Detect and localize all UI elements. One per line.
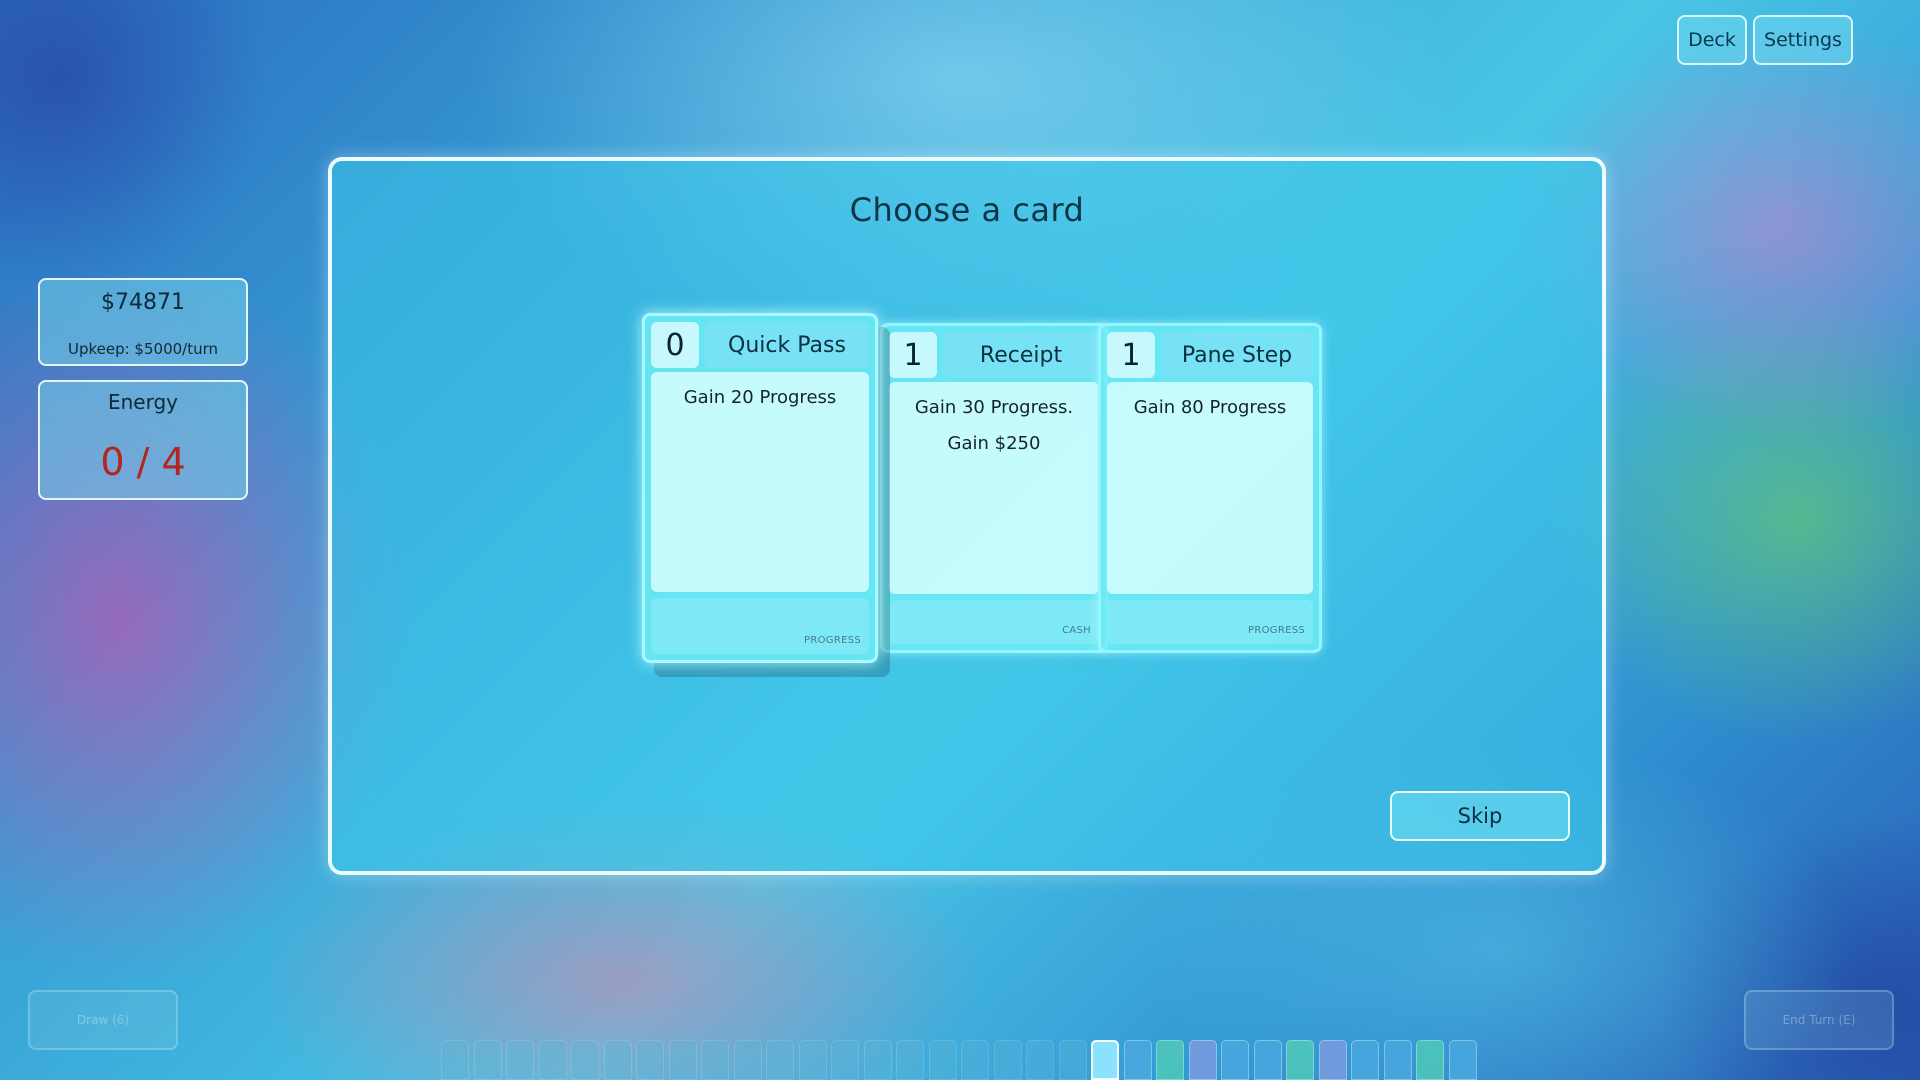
track-cell [668,1040,697,1080]
track-cell [571,1040,599,1080]
track-cell [538,1040,567,1080]
card-tag: PROGRESS [804,635,861,646]
draw-button[interactable]: Draw (6) [28,990,178,1050]
progress-track [441,1040,1481,1080]
track-cell [603,1040,632,1080]
money-value: $74871 [101,290,185,315]
track-cell [473,1040,502,1080]
card-name: Pane Step [1161,332,1313,378]
card-quick-pass[interactable]: 0 Quick Pass Gain 20 Progress PROGRESS [642,313,878,663]
track-cell [506,1040,534,1080]
track-cell [1416,1040,1444,1080]
track-cell [928,1040,957,1080]
card-receipt[interactable]: 1 Receipt Gain 30 Progress. Gain $250 CA… [880,323,1108,653]
card-name: Receipt [943,332,1099,378]
track-cell [1091,1040,1119,1080]
track-cell [896,1040,924,1080]
card-cost: 1 [1107,332,1155,378]
deck-button[interactable]: Deck [1677,15,1747,65]
track-cell [733,1040,762,1080]
end-turn-button[interactable]: End Turn (E) [1744,990,1894,1050]
card-cost: 1 [889,332,937,378]
card-footer: CASH [889,600,1099,644]
track-cell [1188,1040,1217,1080]
track-cell [1253,1040,1282,1080]
card-name: Quick Pass [705,322,869,368]
energy-label: Energy [107,390,179,414]
card-cost: 0 [651,322,699,368]
track-cell [1286,1040,1314,1080]
track-cell [961,1040,989,1080]
energy-value: 0 / 4 [100,440,186,484]
track-cell [1221,1040,1249,1080]
track-cell [1156,1040,1184,1080]
money-panel: $74871 Upkeep: $5000/turn [38,278,248,366]
track-cell [1026,1040,1054,1080]
track-cell [831,1040,859,1080]
card-tag: CASH [1062,625,1091,636]
track-cell [1448,1040,1477,1080]
card-footer: PROGRESS [1107,600,1313,644]
energy-panel: Energy 0 / 4 [38,380,248,500]
upkeep-text: Upkeep: $5000/turn [67,340,219,358]
card-choice-modal: Choose a card 1 Receipt Gain 30 Progress… [328,157,1606,875]
track-cell [701,1040,729,1080]
card-text: Gain 30 Progress. Gain $250 [889,382,1099,594]
track-cell [441,1040,469,1080]
track-cell [1318,1040,1347,1080]
card-tag: PROGRESS [1248,625,1305,636]
track-cell [1123,1040,1152,1080]
track-cell [1383,1040,1412,1080]
card-pane-step[interactable]: 1 Pane Step Gain 80 Progress PROGRESS [1098,323,1322,653]
track-cell [798,1040,827,1080]
track-cell [636,1040,664,1080]
card-text: Gain 80 Progress [1107,382,1313,594]
settings-button[interactable]: Settings [1753,15,1853,65]
card-footer: PROGRESS [651,598,869,654]
track-cell [1058,1040,1087,1080]
track-cell [766,1040,794,1080]
track-cell [863,1040,892,1080]
card-text: Gain 20 Progress [651,372,869,592]
track-cell [1351,1040,1379,1080]
skip-button[interactable]: Skip [1390,791,1570,841]
track-cell [993,1040,1022,1080]
modal-title: Choose a card [849,191,1085,229]
